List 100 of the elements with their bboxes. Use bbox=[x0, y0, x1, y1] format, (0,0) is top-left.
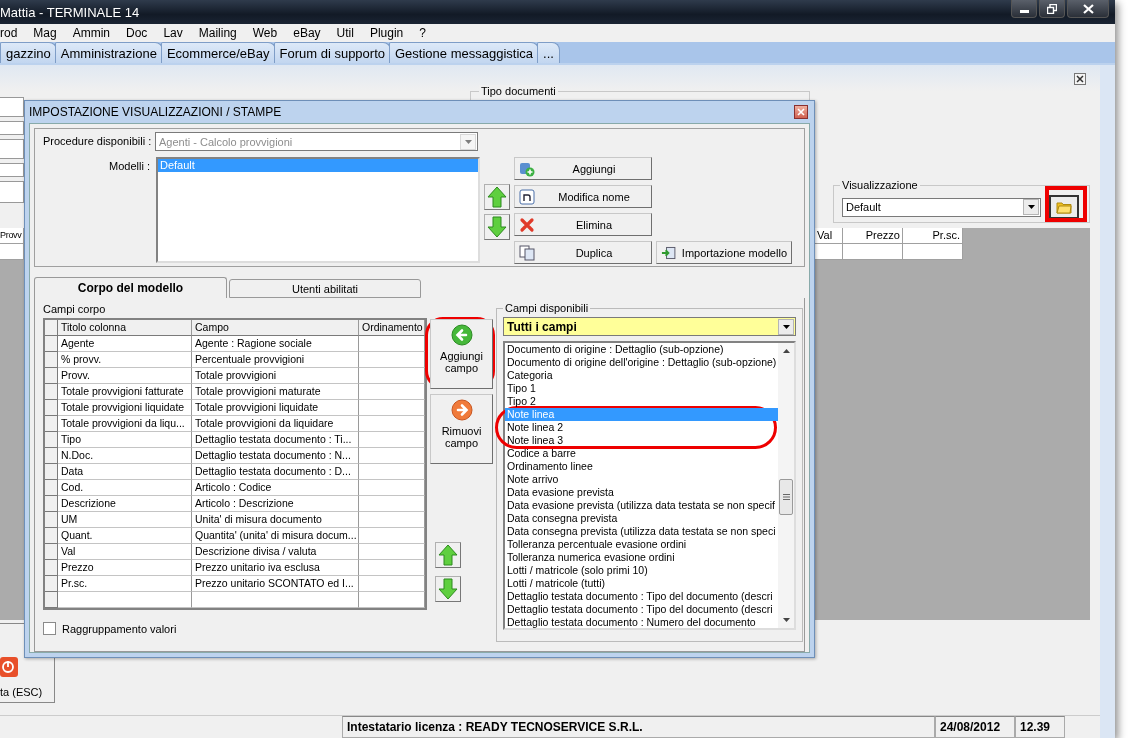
input-field[interactable] bbox=[0, 121, 24, 135]
list-item[interactable]: Tipo 2 bbox=[505, 395, 778, 408]
table-cell bbox=[815, 244, 843, 260]
view-select[interactable]: Default bbox=[842, 197, 1041, 217]
table-cell: Val bbox=[58, 544, 192, 560]
list-item[interactable]: Data consegna prevista bbox=[505, 512, 778, 525]
list-item[interactable]: Codice a barre bbox=[505, 447, 778, 460]
list-item[interactable]: Dettaglio testata documento : Numero del documento bbox=[505, 616, 778, 628]
list-item[interactable]: Data consegna prevista (utilizza data testata se non speci bbox=[505, 525, 778, 538]
move-down-button[interactable] bbox=[435, 576, 461, 602]
down-arrow-icon bbox=[438, 578, 458, 600]
list-item[interactable]: Data evasione prevista bbox=[505, 486, 778, 499]
table-cell: Totale provvigioni liquidate bbox=[192, 400, 359, 416]
command-button[interactable]: Elimina bbox=[514, 213, 652, 236]
table-cell bbox=[359, 352, 425, 368]
command-button[interactable]: Duplica bbox=[514, 241, 652, 264]
list-item[interactable]: Dettaglio testata documento : Tipo del documento (descri bbox=[505, 603, 778, 616]
move-up-button[interactable] bbox=[435, 542, 461, 568]
menu-item[interactable]: rod bbox=[0, 26, 26, 40]
command-button[interactable]: Modifica nome bbox=[514, 185, 652, 208]
menu-item[interactable]: Doc bbox=[118, 26, 156, 40]
list-item[interactable]: Tolleranza numerica evasione ordini bbox=[505, 551, 778, 564]
menu-item[interactable]: Lav bbox=[155, 26, 191, 40]
module-tab[interactable]: ... bbox=[537, 42, 560, 63]
menu-item[interactable]: Util bbox=[328, 26, 362, 40]
list-item[interactable]: Data evasione prevista (utilizza data testata se non specif bbox=[505, 499, 778, 512]
list-item[interactable]: Categoria bbox=[505, 369, 778, 382]
dialog-title: IMPOSTAZIONE VISUALIZZAZIONI / STAMPE bbox=[29, 105, 282, 119]
copy-icon bbox=[519, 244, 535, 261]
table-cell: Dettaglio testata documento : D... bbox=[192, 464, 359, 480]
table-cell: Agente : Ragione sociale bbox=[192, 336, 359, 352]
table-cell: Unita' di misura documento bbox=[192, 512, 359, 528]
menu-item[interactable]: Ammin bbox=[64, 26, 119, 40]
list-item[interactable]: Documento di origine : Dettaglio (sub-opzione) bbox=[505, 343, 778, 356]
remove-field-button[interactable]: Rimuovi campo bbox=[430, 394, 493, 464]
dropdown-arrow-icon bbox=[782, 324, 790, 329]
module-tab[interactable]: Amministrazione bbox=[54, 42, 163, 63]
command-button[interactable]: Aggiungi bbox=[514, 157, 652, 180]
dialog-tab[interactable]: Corpo del modello bbox=[34, 277, 227, 298]
module-tab[interactable]: Ecommerce/eBay bbox=[160, 42, 276, 63]
scrollbar[interactable] bbox=[778, 343, 794, 628]
table-cell: Cod. bbox=[58, 480, 192, 496]
move-down-button[interactable] bbox=[484, 214, 510, 240]
list-item[interactable]: Note linea 2 bbox=[505, 421, 778, 434]
table-cell: Totale provvigioni bbox=[192, 368, 359, 384]
menu-item[interactable]: Web bbox=[244, 26, 286, 40]
list-item[interactable]: Dettaglio testata documento : Tipo del documento (descri bbox=[505, 590, 778, 603]
power-icon bbox=[0, 657, 18, 677]
module-tab[interactable]: gazzino bbox=[0, 42, 57, 63]
menu-item[interactable]: Mag bbox=[25, 26, 65, 40]
table-cell bbox=[843, 244, 903, 260]
table-cell: UM bbox=[58, 512, 192, 528]
move-up-button[interactable] bbox=[484, 184, 510, 210]
list-item[interactable]: Note arrivo bbox=[505, 473, 778, 486]
table-cell: Articolo : Descrizione bbox=[192, 496, 359, 512]
menu-item[interactable]: Plugin bbox=[361, 26, 412, 40]
restore-button[interactable] bbox=[1039, 0, 1065, 18]
open-button[interactable] bbox=[1049, 195, 1079, 219]
input-field[interactable] bbox=[0, 163, 24, 177]
table-cell: % provv. bbox=[58, 352, 192, 368]
input-field[interactable] bbox=[0, 97, 24, 117]
minimize-button[interactable] bbox=[1011, 0, 1037, 18]
module-tab[interactable]: Forum di supporto bbox=[273, 42, 391, 63]
table-cell: Totale provvigioni maturate bbox=[192, 384, 359, 400]
table-cell: Provv. bbox=[58, 368, 192, 384]
time-status: 12.39 bbox=[1015, 716, 1065, 738]
close-button[interactable] bbox=[1074, 73, 1086, 85]
letter-n-icon bbox=[519, 188, 535, 205]
table-cell: Totale provvigioni da liqu... bbox=[58, 416, 192, 432]
close-button[interactable] bbox=[1067, 0, 1109, 18]
dialog-tab[interactable]: Utenti abilitati bbox=[229, 279, 421, 298]
add-field-button[interactable]: Aggiungi campo bbox=[430, 319, 493, 389]
input-field[interactable] bbox=[0, 181, 24, 203]
table-cell: Prezzo bbox=[58, 560, 192, 576]
close-button[interactable] bbox=[794, 105, 808, 119]
folder-icon bbox=[1056, 200, 1072, 214]
input-field[interactable] bbox=[0, 139, 24, 159]
scroll-down-icon bbox=[782, 618, 790, 622]
dropdown-arrow-icon bbox=[1027, 205, 1035, 209]
scroll-thumb[interactable] bbox=[779, 479, 793, 515]
table-cell: N.Doc. bbox=[58, 448, 192, 464]
filter-select[interactable]: Tutti i campi bbox=[503, 317, 796, 336]
import-button[interactable]: Importazione modello bbox=[656, 241, 792, 264]
list-item[interactable]: Tipo 1 bbox=[505, 382, 778, 395]
checkbox[interactable] bbox=[43, 622, 56, 635]
list-item[interactable]: Lotti / matricole (tutti) bbox=[505, 577, 778, 590]
field-label: Procedure disponibili : bbox=[43, 134, 153, 149]
list-item[interactable]: Ordinamento linee bbox=[505, 460, 778, 473]
list-item[interactable]: Note linea 3 bbox=[505, 434, 778, 447]
menu-item[interactable]: ? bbox=[411, 26, 434, 40]
list-item[interactable]: Tolleranza percentuale evasione ordini bbox=[505, 538, 778, 551]
list-item[interactable]: Lotti / matricole (solo primi 10) bbox=[505, 564, 778, 577]
table-cell: Totale provvigioni fatturate bbox=[58, 384, 192, 400]
column-header: Val bbox=[815, 228, 843, 244]
list-item[interactable]: Documento di origine dell'origine : Dettaglio (sub-opzione) bbox=[505, 356, 778, 369]
table-cell: Totale provvigioni da liquidare bbox=[192, 416, 359, 432]
menu-item[interactable]: Mailing bbox=[190, 26, 245, 40]
module-tab[interactable]: Gestione messaggistica bbox=[389, 42, 539, 63]
menu-item[interactable]: eBay bbox=[285, 26, 329, 40]
table-cell: Quant. bbox=[58, 528, 192, 544]
